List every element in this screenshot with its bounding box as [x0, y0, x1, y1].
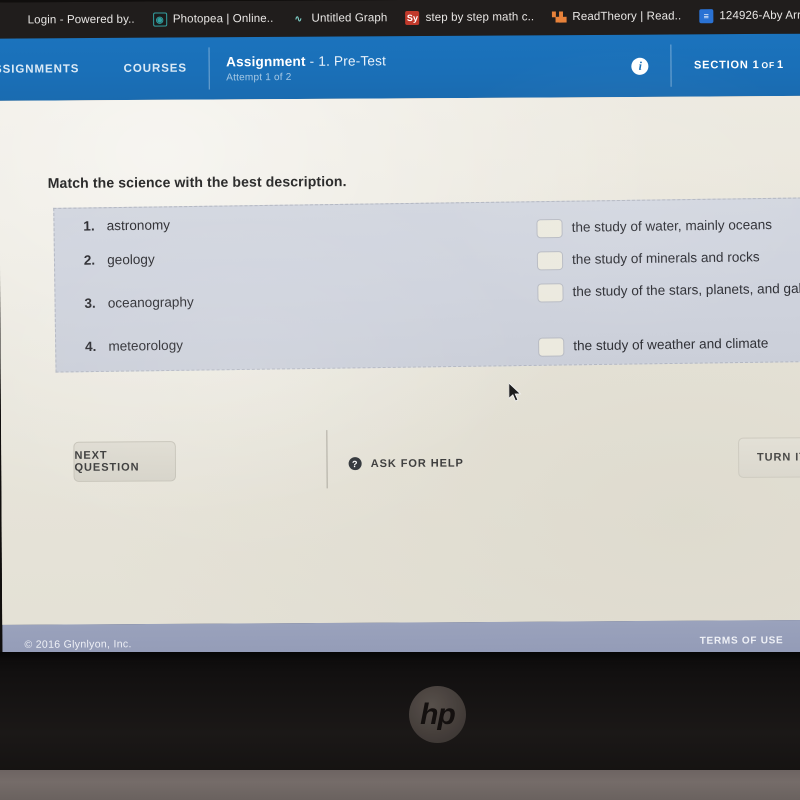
answer-dropbox[interactable] [537, 283, 564, 303]
ask-for-help-button[interactable]: ? ASK FOR HELP [348, 456, 464, 471]
hp-logo-icon: hp [409, 686, 466, 743]
readtheory-bars-icon: ▚▙ [552, 11, 567, 22]
browser-tab-readtheory[interactable]: ▚▙ ReadTheory | Read.. [543, 0, 690, 35]
answer-dropbox[interactable] [536, 218, 563, 239]
sidebar-item-courses[interactable]: COURSES [101, 37, 209, 100]
laptop-photo: Login - Powered by.. ◉ Photopea | Online… [0, 0, 800, 800]
section-of-word: OF [761, 59, 776, 71]
desmos-graph-icon: ∿ [294, 13, 303, 24]
app-navbar: ASSIGNMENTS COURSES Assignment - 1. Pre-… [0, 33, 800, 101]
list-item[interactable]: 2. geology [81, 252, 155, 268]
term-label: astronomy [106, 217, 171, 234]
browser-tab-title: 124926-Aby Arroyo.. [719, 9, 800, 23]
section-indicator: SECTION 1 OF 1 [672, 34, 800, 97]
terms-of-use-link[interactable]: TERMS OF USE [700, 635, 784, 647]
turn-it-in-button[interactable]: TURN IT IN [738, 437, 800, 478]
info-icon: i [631, 57, 649, 75]
answer-dropbox[interactable] [536, 251, 564, 271]
term-label: geology [107, 251, 155, 268]
term-number: 4. [84, 338, 97, 355]
matching-question-panel: 1. astronomy 2. geology 3. oceanography … [53, 197, 800, 373]
sidebar-item-assignments[interactable]: ASSIGNMENTS [0, 38, 102, 101]
list-item: the study of water, mainly oceans [536, 215, 772, 239]
section-prefix: SECTION 1 [693, 59, 760, 72]
section-suffix: 1 [776, 58, 784, 71]
term-label: meteorology [108, 337, 184, 354]
matching-descriptions-column: the study of water, mainly oceans the st… [476, 198, 800, 365]
answer-dropbox[interactable] [538, 337, 565, 357]
browser-tab-title: Untitled Graph [311, 12, 388, 25]
info-button[interactable]: i [609, 34, 671, 97]
description-label: the study of minerals and rocks [571, 249, 760, 267]
browser-tab-title: ReadTheory | Read.. [572, 10, 682, 24]
attempt-status: Attempt 1 of 2 [226, 71, 292, 83]
assignment-word: Assignment [226, 53, 306, 69]
ask-for-help-label: ASK FOR HELP [370, 456, 464, 470]
question-prompt: Match the science with the best descript… [47, 173, 347, 191]
turn-it-in-label: TURN IT IN [756, 451, 800, 464]
list-item: the study of weather and climate [538, 333, 769, 357]
browser-tab-strip: Login - Powered by.. ◉ Photopea | Online… [0, 0, 800, 39]
browser-tab-photopea[interactable]: ◉ Photopea | Online.. [144, 1, 283, 38]
list-item: the study of the stars, planets, and gal… [537, 278, 800, 303]
laptop-hinge [0, 652, 800, 662]
term-label: oceanography [107, 294, 194, 311]
description-label: the study of weather and climate [573, 335, 769, 354]
nav-courses-label: COURSES [123, 62, 188, 75]
list-item: the study of minerals and rocks [536, 247, 760, 271]
list-item[interactable]: 4. meteorology [82, 338, 183, 354]
laptop-screen: Login - Powered by.. ◉ Photopea | Online… [0, 0, 800, 666]
photopea-icon: ◉ [152, 12, 167, 27]
browser-tab-title: step by step math c.. [425, 11, 535, 24]
actions-divider [326, 430, 328, 489]
term-number: 1. [83, 218, 95, 234]
assignment-title: Assignment - 1. Pre-Test [226, 51, 610, 69]
navbar-right-group: i SECTION 1 OF 1 [609, 34, 800, 97]
description-label: the study of the stars, planets, and gal… [572, 280, 800, 300]
browser-tab-title: Login - Powered by.. [27, 13, 135, 27]
list-item[interactable]: 1. astronomy [81, 217, 171, 234]
desk-surface [0, 770, 800, 800]
browser-tab-title: Photopea | Online.. [172, 12, 274, 26]
document-icon: ≡ [699, 9, 714, 24]
assignment-name: - 1. Pre-Test [309, 52, 387, 69]
browser-tab-untitled-graph[interactable]: ∿ Untitled Graph [282, 0, 396, 37]
nav-assignments-label: ASSIGNMENTS [0, 63, 80, 76]
term-number: 3. [84, 295, 96, 311]
blank-favicon-icon [8, 13, 22, 27]
symbolab-icon: Sy [405, 10, 420, 26]
next-question-button[interactable]: NEXT QUESTION [73, 441, 177, 482]
matching-terms-column: 1. astronomy 2. geology 3. oceanography … [54, 203, 478, 372]
browser-tab-document[interactable]: ≡ 124926-Aby Arroyo.. [690, 0, 800, 34]
question-mark-icon: ? [348, 457, 362, 471]
description-label: the study of water, mainly oceans [571, 216, 773, 235]
next-question-label: NEXT QUESTION [74, 449, 140, 474]
term-number: 2. [83, 252, 96, 268]
copyright-text: © 2016 Glynlyon, Inc. [24, 638, 132, 651]
browser-tab-login[interactable]: Login - Powered by.. [0, 2, 144, 39]
assignment-page: Match the science with the best descript… [0, 95, 800, 625]
browser-tab-symbolab[interactable]: Sy step by step math c.. [396, 0, 543, 36]
mouse-cursor-icon [508, 382, 522, 402]
list-item[interactable]: 3. oceanography [82, 294, 194, 311]
assignment-title-block: Assignment - 1. Pre-Test Attempt 1 of 2 [210, 35, 610, 100]
